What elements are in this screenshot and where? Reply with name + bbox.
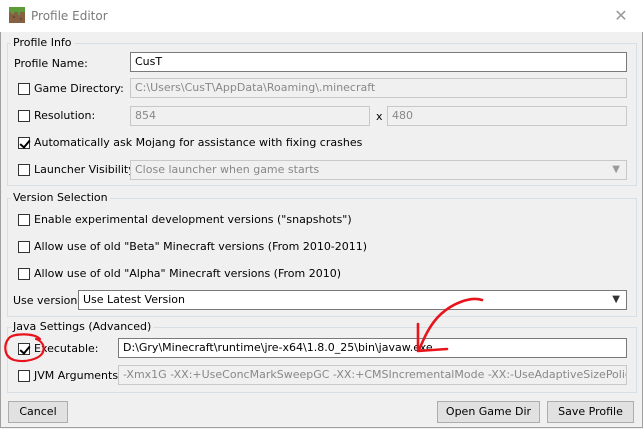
red-arrowhead-annotation (416, 322, 449, 353)
red-annotation-overlay (4, 297, 484, 363)
red-circle-annotation (4, 333, 45, 363)
red-arrow-annotation (417, 297, 484, 352)
